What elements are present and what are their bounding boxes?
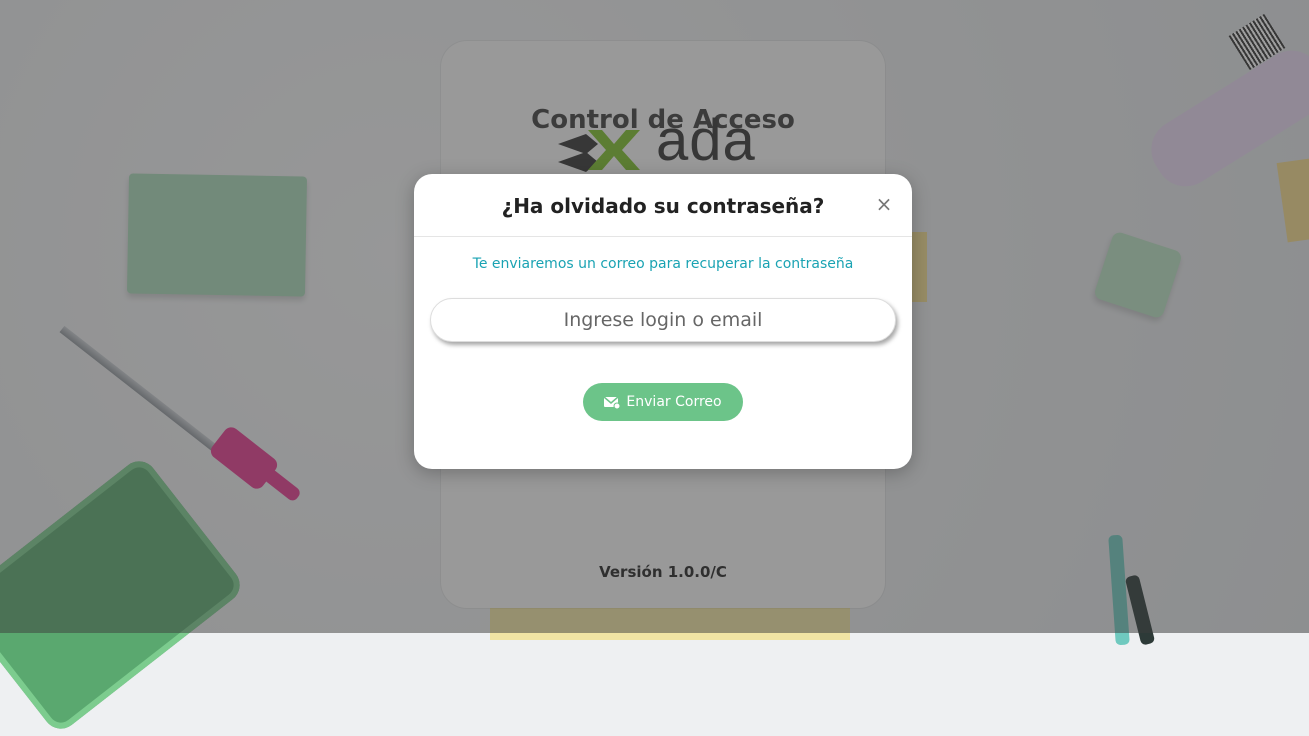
login-email-input[interactable] [430, 298, 896, 342]
modal-subtitle: Te enviaremos un correo para recuperar l… [472, 256, 854, 272]
send-button-label: Enviar Correo [626, 394, 722, 410]
modal-title: ¿Ha olvidado su contraseña? [501, 194, 825, 218]
modal-header: ¿Ha olvidado su contraseña? × [414, 174, 912, 237]
mail-icon [604, 396, 621, 409]
close-icon[interactable]: × [874, 194, 894, 214]
send-email-button[interactable]: Enviar Correo [583, 383, 743, 421]
forgot-password-modal: ¿Ha olvidado su contraseña? × Te enviare… [414, 174, 912, 469]
